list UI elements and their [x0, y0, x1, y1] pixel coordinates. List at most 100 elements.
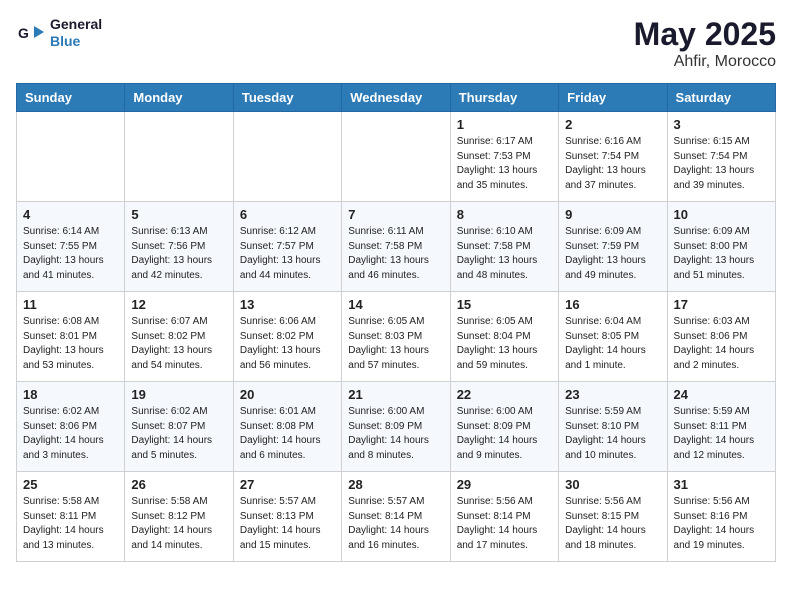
cell-content: Sunrise: 6:03 AM Sunset: 8:06 PM Dayligh… — [674, 315, 769, 373]
cell-content: Sunrise: 5:58 AM Sunset: 8:11 PM Dayligh… — [23, 495, 118, 553]
calendar-cell: 20Sunrise: 6:01 AM Sunset: 8:08 PM Dayli… — [233, 382, 341, 472]
cell-content: Sunrise: 5:58 AM Sunset: 8:12 PM Dayligh… — [131, 495, 226, 553]
calendar-cell: 14 Sunrise: 6:05 AM Sunset: 8:03 PM Dayli… — [342, 292, 450, 382]
calendar-table: SundayMondayTuesdayWednesdayThursdayFrid… — [16, 83, 776, 562]
cell-content: Sunrise: 6:06 AM Sunset: 8:02 PM Dayligh… — [240, 315, 335, 373]
day-number: 9 — [565, 207, 660, 222]
cell-content: Sunrise: 6:02 AM Sunset: 8:07 PM Dayligh… — [131, 405, 226, 463]
calendar-week-3: 11 Sunrise: 6:08 AM Sunset: 8:01 PM Dayli… — [17, 292, 776, 382]
cell-content: Sunrise: 6:05 AM Sunset: 8:04 PM Dayligh… — [457, 315, 552, 373]
svg-text:G: G — [18, 25, 29, 41]
calendar-cell: 8 Sunrise: 6:10 AM Sunset: 7:58 PM Daylig… — [450, 202, 558, 292]
calendar-cell: 27 Sunrise: 5:57 AM Sunset: 8:13 PM Dayli… — [233, 472, 341, 562]
day-number: 27 — [240, 477, 335, 492]
weekday-tuesday: Tuesday — [233, 84, 341, 112]
logo: G General Blue — [16, 16, 102, 50]
cell-content: Sunrise: 6:14 AM Sunset: 7:55 PM Dayligh… — [23, 225, 118, 283]
weekday-thursday: Thursday — [450, 84, 558, 112]
weekday-sunday: Sunday — [17, 84, 125, 112]
month-title: May 2025 — [634, 16, 776, 53]
day-number: 2 — [565, 117, 660, 132]
cell-content: Sunrise: 6:17 AM Sunset: 7:53 PM Dayligh… — [457, 135, 552, 193]
cell-content: Sunrise: 6:00 AM Sunset: 8:09 PM Dayligh… — [457, 405, 552, 463]
day-number: 7 — [348, 207, 443, 222]
calendar-cell: 26 Sunrise: 5:58 AM Sunset: 8:12 PM Dayli… — [125, 472, 233, 562]
calendar-cell: 22 Sunrise: 6:00 AM Sunset: 8:09 PM Dayli… — [450, 382, 558, 472]
calendar-cell — [342, 112, 450, 202]
day-number: 22 — [457, 387, 552, 402]
cell-content: Sunrise: 6:02 AM Sunset: 8:06 PM Dayligh… — [23, 405, 118, 463]
cell-content: Sunrise: 6:05 AM Sunset: 8:03 PM Dayligh… — [348, 315, 443, 373]
calendar-cell: 2 Sunrise: 6:16 AM Sunset: 7:54 PM Daylig… — [559, 112, 667, 202]
calendar-cell: 4Sunrise: 6:14 AM Sunset: 7:55 PM Daylig… — [17, 202, 125, 292]
calendar-cell: 18Sunrise: 6:02 AM Sunset: 8:06 PM Dayli… — [17, 382, 125, 472]
calendar-cell — [233, 112, 341, 202]
cell-content: Sunrise: 6:09 AM Sunset: 8:00 PM Dayligh… — [674, 225, 769, 283]
day-number: 23 — [565, 387, 660, 402]
cell-content: Sunrise: 6:00 AM Sunset: 8:09 PM Dayligh… — [348, 405, 443, 463]
calendar-cell: 15 Sunrise: 6:05 AM Sunset: 8:04 PM Dayli… — [450, 292, 558, 382]
weekday-friday: Friday — [559, 84, 667, 112]
cell-content: Sunrise: 6:16 AM Sunset: 7:54 PM Dayligh… — [565, 135, 660, 193]
calendar-week-2: 4Sunrise: 6:14 AM Sunset: 7:55 PM Daylig… — [17, 202, 776, 292]
cell-content: Sunrise: 5:59 AM Sunset: 8:11 PM Dayligh… — [674, 405, 769, 463]
calendar-cell — [125, 112, 233, 202]
day-number: 21 — [348, 387, 443, 402]
calendar-cell: 12Sunrise: 6:07 AM Sunset: 8:02 PM Dayli… — [125, 292, 233, 382]
weekday-saturday: Saturday — [667, 84, 775, 112]
day-number: 6 — [240, 207, 335, 222]
cell-content: Sunrise: 6:08 AM Sunset: 8:01 PM Dayligh… — [23, 315, 118, 373]
cell-content: Sunrise: 6:10 AM Sunset: 7:58 PM Dayligh… — [457, 225, 552, 283]
calendar-cell: 17 Sunrise: 6:03 AM Sunset: 8:06 PM Dayli… — [667, 292, 775, 382]
cell-content: Sunrise: 5:56 AM Sunset: 8:14 PM Dayligh… — [457, 495, 552, 553]
calendar-week-5: 25 Sunrise: 5:58 AM Sunset: 8:11 PM Dayli… — [17, 472, 776, 562]
calendar-cell: 11 Sunrise: 6:08 AM Sunset: 8:01 PM Dayli… — [17, 292, 125, 382]
calendar-cell: 23 Sunrise: 5:59 AM Sunset: 8:10 PM Dayli… — [559, 382, 667, 472]
calendar-cell: 9Sunrise: 6:09 AM Sunset: 7:59 PM Daylig… — [559, 202, 667, 292]
day-number: 14 — [348, 297, 443, 312]
day-number: 15 — [457, 297, 552, 312]
day-number: 30 — [565, 477, 660, 492]
day-number: 28 — [348, 477, 443, 492]
day-number: 13 — [240, 297, 335, 312]
weekday-wednesday: Wednesday — [342, 84, 450, 112]
day-number: 25 — [23, 477, 118, 492]
weekday-monday: Monday — [125, 84, 233, 112]
page-header: G General Blue May 2025 Ahfir, Morocco — [16, 16, 776, 71]
logo-general: General — [50, 16, 102, 33]
cell-content: Sunrise: 6:07 AM Sunset: 8:02 PM Dayligh… — [131, 315, 226, 373]
calendar-cell: 5Sunrise: 6:13 AM Sunset: 7:56 PM Daylig… — [125, 202, 233, 292]
day-number: 11 — [23, 297, 118, 312]
calendar-cell: 25 Sunrise: 5:58 AM Sunset: 8:11 PM Dayli… — [17, 472, 125, 562]
calendar-cell: 31Sunrise: 5:56 AM Sunset: 8:16 PM Dayli… — [667, 472, 775, 562]
cell-content: Sunrise: 5:56 AM Sunset: 8:15 PM Dayligh… — [565, 495, 660, 553]
day-number: 16 — [565, 297, 660, 312]
calendar-cell: 3Sunrise: 6:15 AM Sunset: 7:54 PM Daylig… — [667, 112, 775, 202]
day-number: 29 — [457, 477, 552, 492]
day-number: 19 — [131, 387, 226, 402]
cell-content: Sunrise: 6:13 AM Sunset: 7:56 PM Dayligh… — [131, 225, 226, 283]
day-number: 26 — [131, 477, 226, 492]
day-number: 8 — [457, 207, 552, 222]
day-number: 1 — [457, 117, 552, 132]
calendar-week-1: 1 Sunrise: 6:17 AM Sunset: 7:53 PM Daylig… — [17, 112, 776, 202]
calendar-week-4: 18Sunrise: 6:02 AM Sunset: 8:06 PM Dayli… — [17, 382, 776, 472]
weekday-header-row: SundayMondayTuesdayWednesdayThursdayFrid… — [17, 84, 776, 112]
day-number: 24 — [674, 387, 769, 402]
calendar-cell: 19 Sunrise: 6:02 AM Sunset: 8:07 PM Dayli… — [125, 382, 233, 472]
calendar-cell: 10 Sunrise: 6:09 AM Sunset: 8:00 PM Dayli… — [667, 202, 775, 292]
logo-blue: Blue — [50, 33, 102, 50]
location: Ahfir, Morocco — [634, 53, 776, 71]
day-number: 17 — [674, 297, 769, 312]
calendar-cell: 30 Sunrise: 5:56 AM Sunset: 8:15 PM Dayli… — [559, 472, 667, 562]
cell-content: Sunrise: 5:57 AM Sunset: 8:13 PM Dayligh… — [240, 495, 335, 553]
calendar-cell: 16 Sunrise: 6:04 AM Sunset: 8:05 PM Dayli… — [559, 292, 667, 382]
calendar-cell: 13 Sunrise: 6:06 AM Sunset: 8:02 PM Dayli… — [233, 292, 341, 382]
logo-icon: G — [16, 18, 46, 48]
cell-content: Sunrise: 6:04 AM Sunset: 8:05 PM Dayligh… — [565, 315, 660, 373]
cell-content: Sunrise: 6:12 AM Sunset: 7:57 PM Dayligh… — [240, 225, 335, 283]
day-number: 10 — [674, 207, 769, 222]
cell-content: Sunrise: 5:56 AM Sunset: 8:16 PM Dayligh… — [674, 495, 769, 553]
cell-content: Sunrise: 5:59 AM Sunset: 8:10 PM Dayligh… — [565, 405, 660, 463]
cell-content: Sunrise: 6:15 AM Sunset: 7:54 PM Dayligh… — [674, 135, 769, 193]
